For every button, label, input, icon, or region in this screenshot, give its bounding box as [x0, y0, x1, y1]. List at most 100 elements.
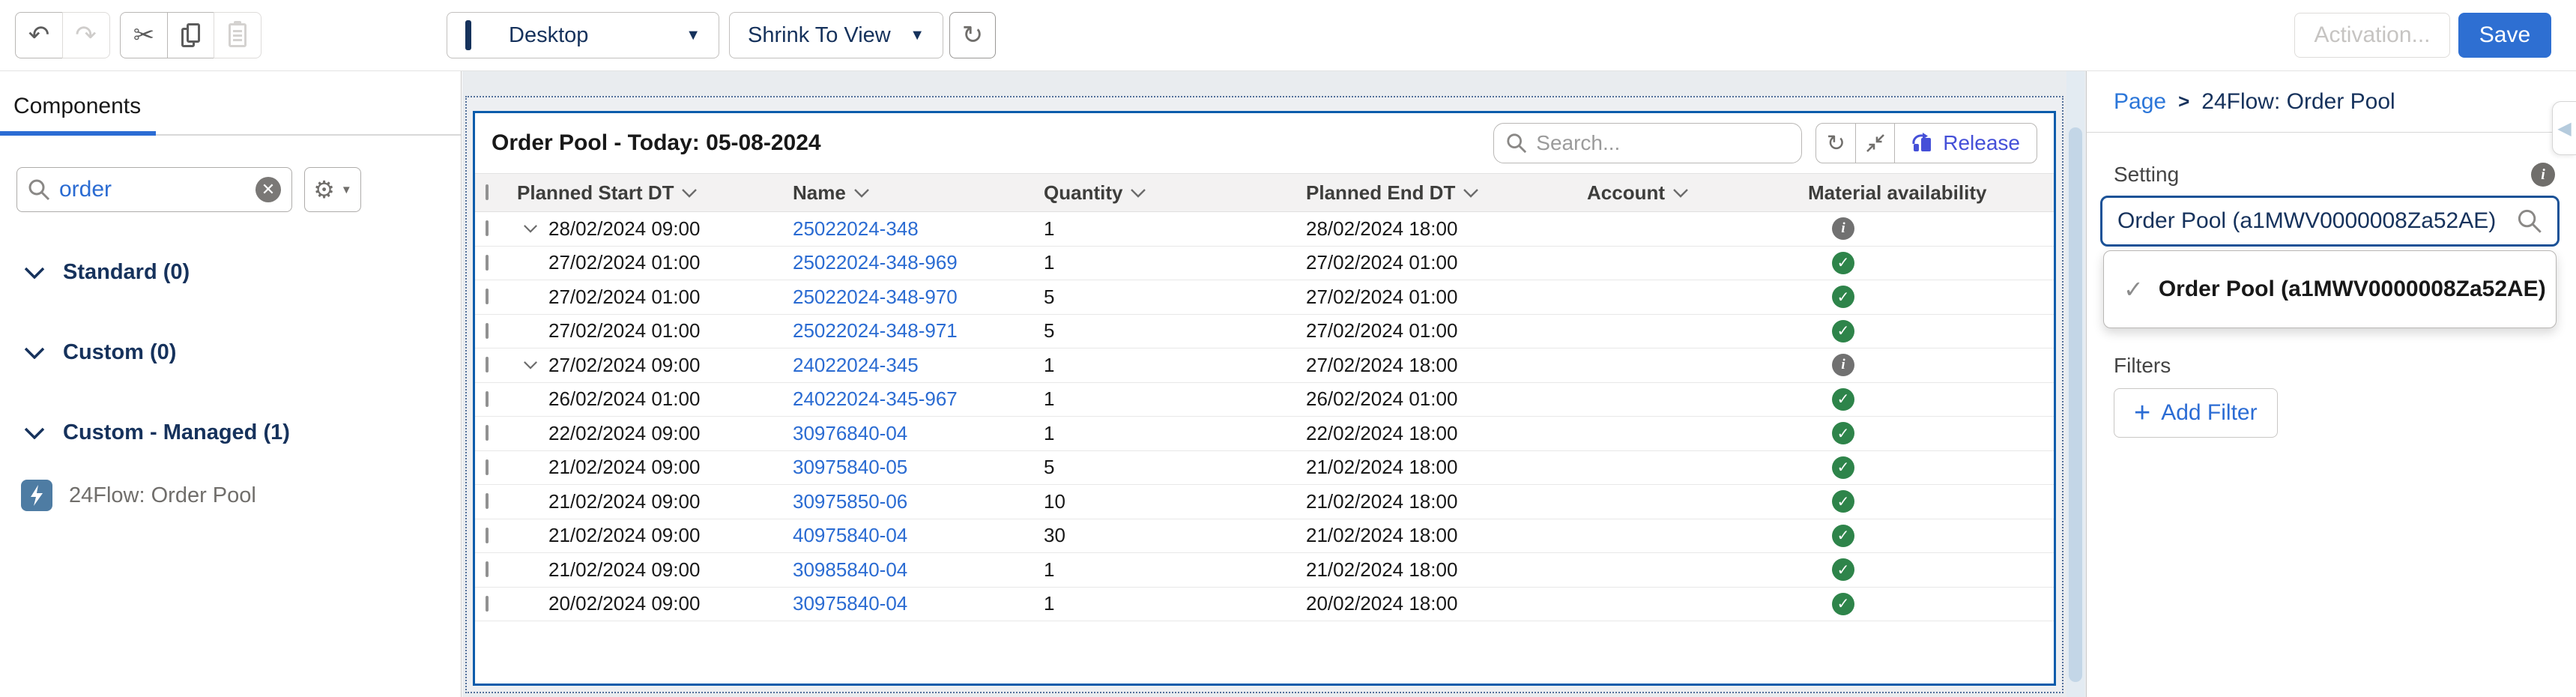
table-row[interactable]: 20/02/2024 09:0030975840-04120/02/2024 1…: [475, 588, 2054, 622]
row-expander-icon[interactable]: [523, 224, 538, 233]
cell-quantity: 1: [1044, 354, 1306, 377]
table-row[interactable]: 21/02/2024 09:0030985840-04121/02/2024 1…: [475, 553, 2054, 588]
cell-planned-start: 27/02/2024 01:00: [517, 319, 793, 343]
table-row[interactable]: 28/02/2024 09:0025022024-348128/02/2024 …: [475, 212, 2054, 247]
section-custom-managed[interactable]: Custom - Managed (1): [0, 420, 461, 445]
row-checkbox[interactable]: [486, 255, 489, 271]
column-header-quantity[interactable]: Quantity: [1044, 181, 1306, 205]
collapse-rows-button[interactable]: [1855, 123, 1896, 163]
cell-name-link[interactable]: 25022024-348-971: [793, 319, 1044, 343]
row-checkbox[interactable]: [486, 323, 489, 339]
row-expander-icon[interactable]: [523, 360, 538, 369]
column-header-account[interactable]: Account: [1587, 181, 1808, 205]
lightning-component-icon: [21, 480, 52, 511]
setting-option-selected[interactable]: ✓ Order Pool (a1MWV0000008Za52AE): [2104, 275, 2546, 304]
cell-name-link[interactable]: 30976840-04: [793, 422, 1044, 445]
select-all-checkbox[interactable]: [486, 184, 489, 200]
add-filter-button[interactable]: + Add Filter: [2114, 388, 2278, 438]
cell-name-link[interactable]: 24022024-345: [793, 354, 1044, 377]
sidebar-tabbar: Components: [0, 71, 461, 136]
paste-button[interactable]: [214, 12, 261, 58]
chevron-down-icon: [24, 347, 45, 359]
copy-button[interactable]: [167, 12, 215, 58]
planned-start-value: 21/02/2024 09:00: [548, 558, 700, 581]
cell-name-link[interactable]: 30975840-04: [793, 592, 1044, 615]
component-search-input[interactable]: order ✕: [16, 167, 292, 212]
chevron-down-icon: [24, 267, 45, 279]
table-row[interactable]: 26/02/2024 01:0024022024-345-967126/02/2…: [475, 383, 2054, 417]
table-row[interactable]: 27/02/2024 09:0024022024-345127/02/2024 …: [475, 348, 2054, 383]
activation-button[interactable]: Activation...: [2294, 13, 2450, 58]
section-label: Custom - Managed (1): [63, 420, 290, 445]
cell-name-link[interactable]: 25022024-348-970: [793, 286, 1044, 309]
cell-name-link[interactable]: 25022024-348-969: [793, 251, 1044, 274]
planned-start-value: 21/02/2024 09:00: [548, 524, 700, 546]
row-checkbox[interactable]: [486, 425, 489, 441]
component-sections: Standard (0) Custom (0) Custom - Managed…: [0, 260, 461, 511]
table-row[interactable]: 27/02/2024 01:0025022024-348-969127/02/2…: [475, 247, 2054, 281]
table-row[interactable]: 21/02/2024 09:0030975840-05521/02/2024 1…: [475, 451, 2054, 486]
tab-components[interactable]: Components: [0, 94, 156, 136]
row-checkbox[interactable]: [486, 391, 489, 407]
cell-planned-end: 20/02/2024 18:00: [1306, 592, 1587, 615]
table-row[interactable]: 21/02/2024 09:0040975840-043021/02/2024 …: [475, 519, 2054, 554]
planned-start-value: 27/02/2024 01:00: [548, 319, 700, 342]
column-header-planned-start-dt[interactable]: Planned Start DT: [517, 181, 793, 205]
section-standard[interactable]: Standard (0): [0, 260, 461, 285]
row-checkbox[interactable]: [486, 561, 489, 577]
table-row[interactable]: 21/02/2024 09:0030975850-061021/02/2024 …: [475, 485, 2054, 519]
table-search-input[interactable]: Search...: [1493, 123, 1802, 163]
component-settings-button[interactable]: ⚙ ▼: [304, 167, 361, 212]
row-checkbox[interactable]: [486, 220, 489, 236]
planned-start-value: 27/02/2024 01:00: [548, 251, 700, 274]
planned-start-value: 20/02/2024 09:00: [548, 592, 700, 615]
release-button[interactable]: Release: [1894, 123, 2037, 163]
cell-name-link[interactable]: 40975840-04: [793, 524, 1044, 547]
undo-button[interactable]: ↶: [15, 12, 63, 58]
row-checkbox[interactable]: [486, 596, 489, 612]
column-header-name[interactable]: Name: [793, 181, 1044, 205]
table-refresh-button[interactable]: ↻: [1815, 123, 1856, 163]
availability-info-icon[interactable]: i: [1832, 354, 1854, 376]
cell-name-link[interactable]: 30975840-05: [793, 456, 1044, 479]
section-label: Standard (0): [63, 260, 190, 285]
row-checkbox[interactable]: [486, 357, 489, 372]
column-header-planned-end-dt[interactable]: Planned End DT: [1306, 181, 1587, 205]
cell-material-availability: ✓: [1808, 252, 2054, 274]
view-zoom-selector[interactable]: Shrink To View ▼: [729, 12, 943, 58]
canvas-refresh-button[interactable]: ↻: [949, 12, 996, 58]
row-checkbox[interactable]: [486, 528, 489, 543]
table-row[interactable]: 27/02/2024 01:0025022024-348-971527/02/2…: [475, 315, 2054, 349]
cell-name-link[interactable]: 24022024-345-967: [793, 387, 1044, 411]
panel-collapse-button[interactable]: ◀: [2552, 101, 2576, 155]
availability-info-icon[interactable]: i: [1832, 217, 1854, 240]
component-item-24flow-order-pool[interactable]: 24Flow: Order Pool: [0, 480, 461, 511]
setting-lookup-input[interactable]: Order Pool (a1MWV0000008Za52AE): [2100, 196, 2560, 247]
clear-search-icon[interactable]: ✕: [256, 177, 281, 202]
section-custom[interactable]: Custom (0): [0, 340, 461, 365]
row-checkbox[interactable]: [486, 493, 489, 509]
canvas-scrollbar[interactable]: [2066, 71, 2084, 697]
scrollbar-thumb[interactable]: [2069, 127, 2082, 682]
row-checkbox[interactable]: [486, 289, 489, 304]
planned-start-value: 22/02/2024 09:00: [548, 422, 700, 444]
availability-ok-icon: ✓: [1832, 525, 1854, 547]
cell-planned-start: 21/02/2024 09:00: [517, 490, 793, 513]
selected-component-outline[interactable]: Order Pool - Today: 05-08-2024 Search...…: [465, 96, 2063, 693]
info-icon[interactable]: i: [2531, 163, 2555, 187]
table-row[interactable]: 27/02/2024 01:0025022024-348-970527/02/2…: [475, 280, 2054, 315]
save-button[interactable]: Save: [2458, 13, 2551, 58]
cut-button[interactable]: ✂: [120, 12, 168, 58]
cell-name-link[interactable]: 30975850-06: [793, 490, 1044, 513]
redo-button[interactable]: ↷: [62, 12, 110, 58]
cell-name-link[interactable]: 30985840-04: [793, 558, 1044, 582]
device-selector[interactable]: Desktop ▼: [447, 12, 719, 58]
table-row[interactable]: 22/02/2024 09:0030976840-04122/02/2024 1…: [475, 417, 2054, 451]
cell-name-link[interactable]: 25022024-348: [793, 217, 1044, 241]
row-checkbox[interactable]: [486, 459, 489, 475]
cell-planned-end: 27/02/2024 01:00: [1306, 319, 1587, 343]
breadcrumb-page-link[interactable]: Page: [2114, 89, 2166, 115]
availability-ok-icon: ✓: [1832, 422, 1854, 444]
column-header-label: Planned Start DT: [517, 181, 674, 205]
component-search-value: order: [59, 177, 256, 202]
